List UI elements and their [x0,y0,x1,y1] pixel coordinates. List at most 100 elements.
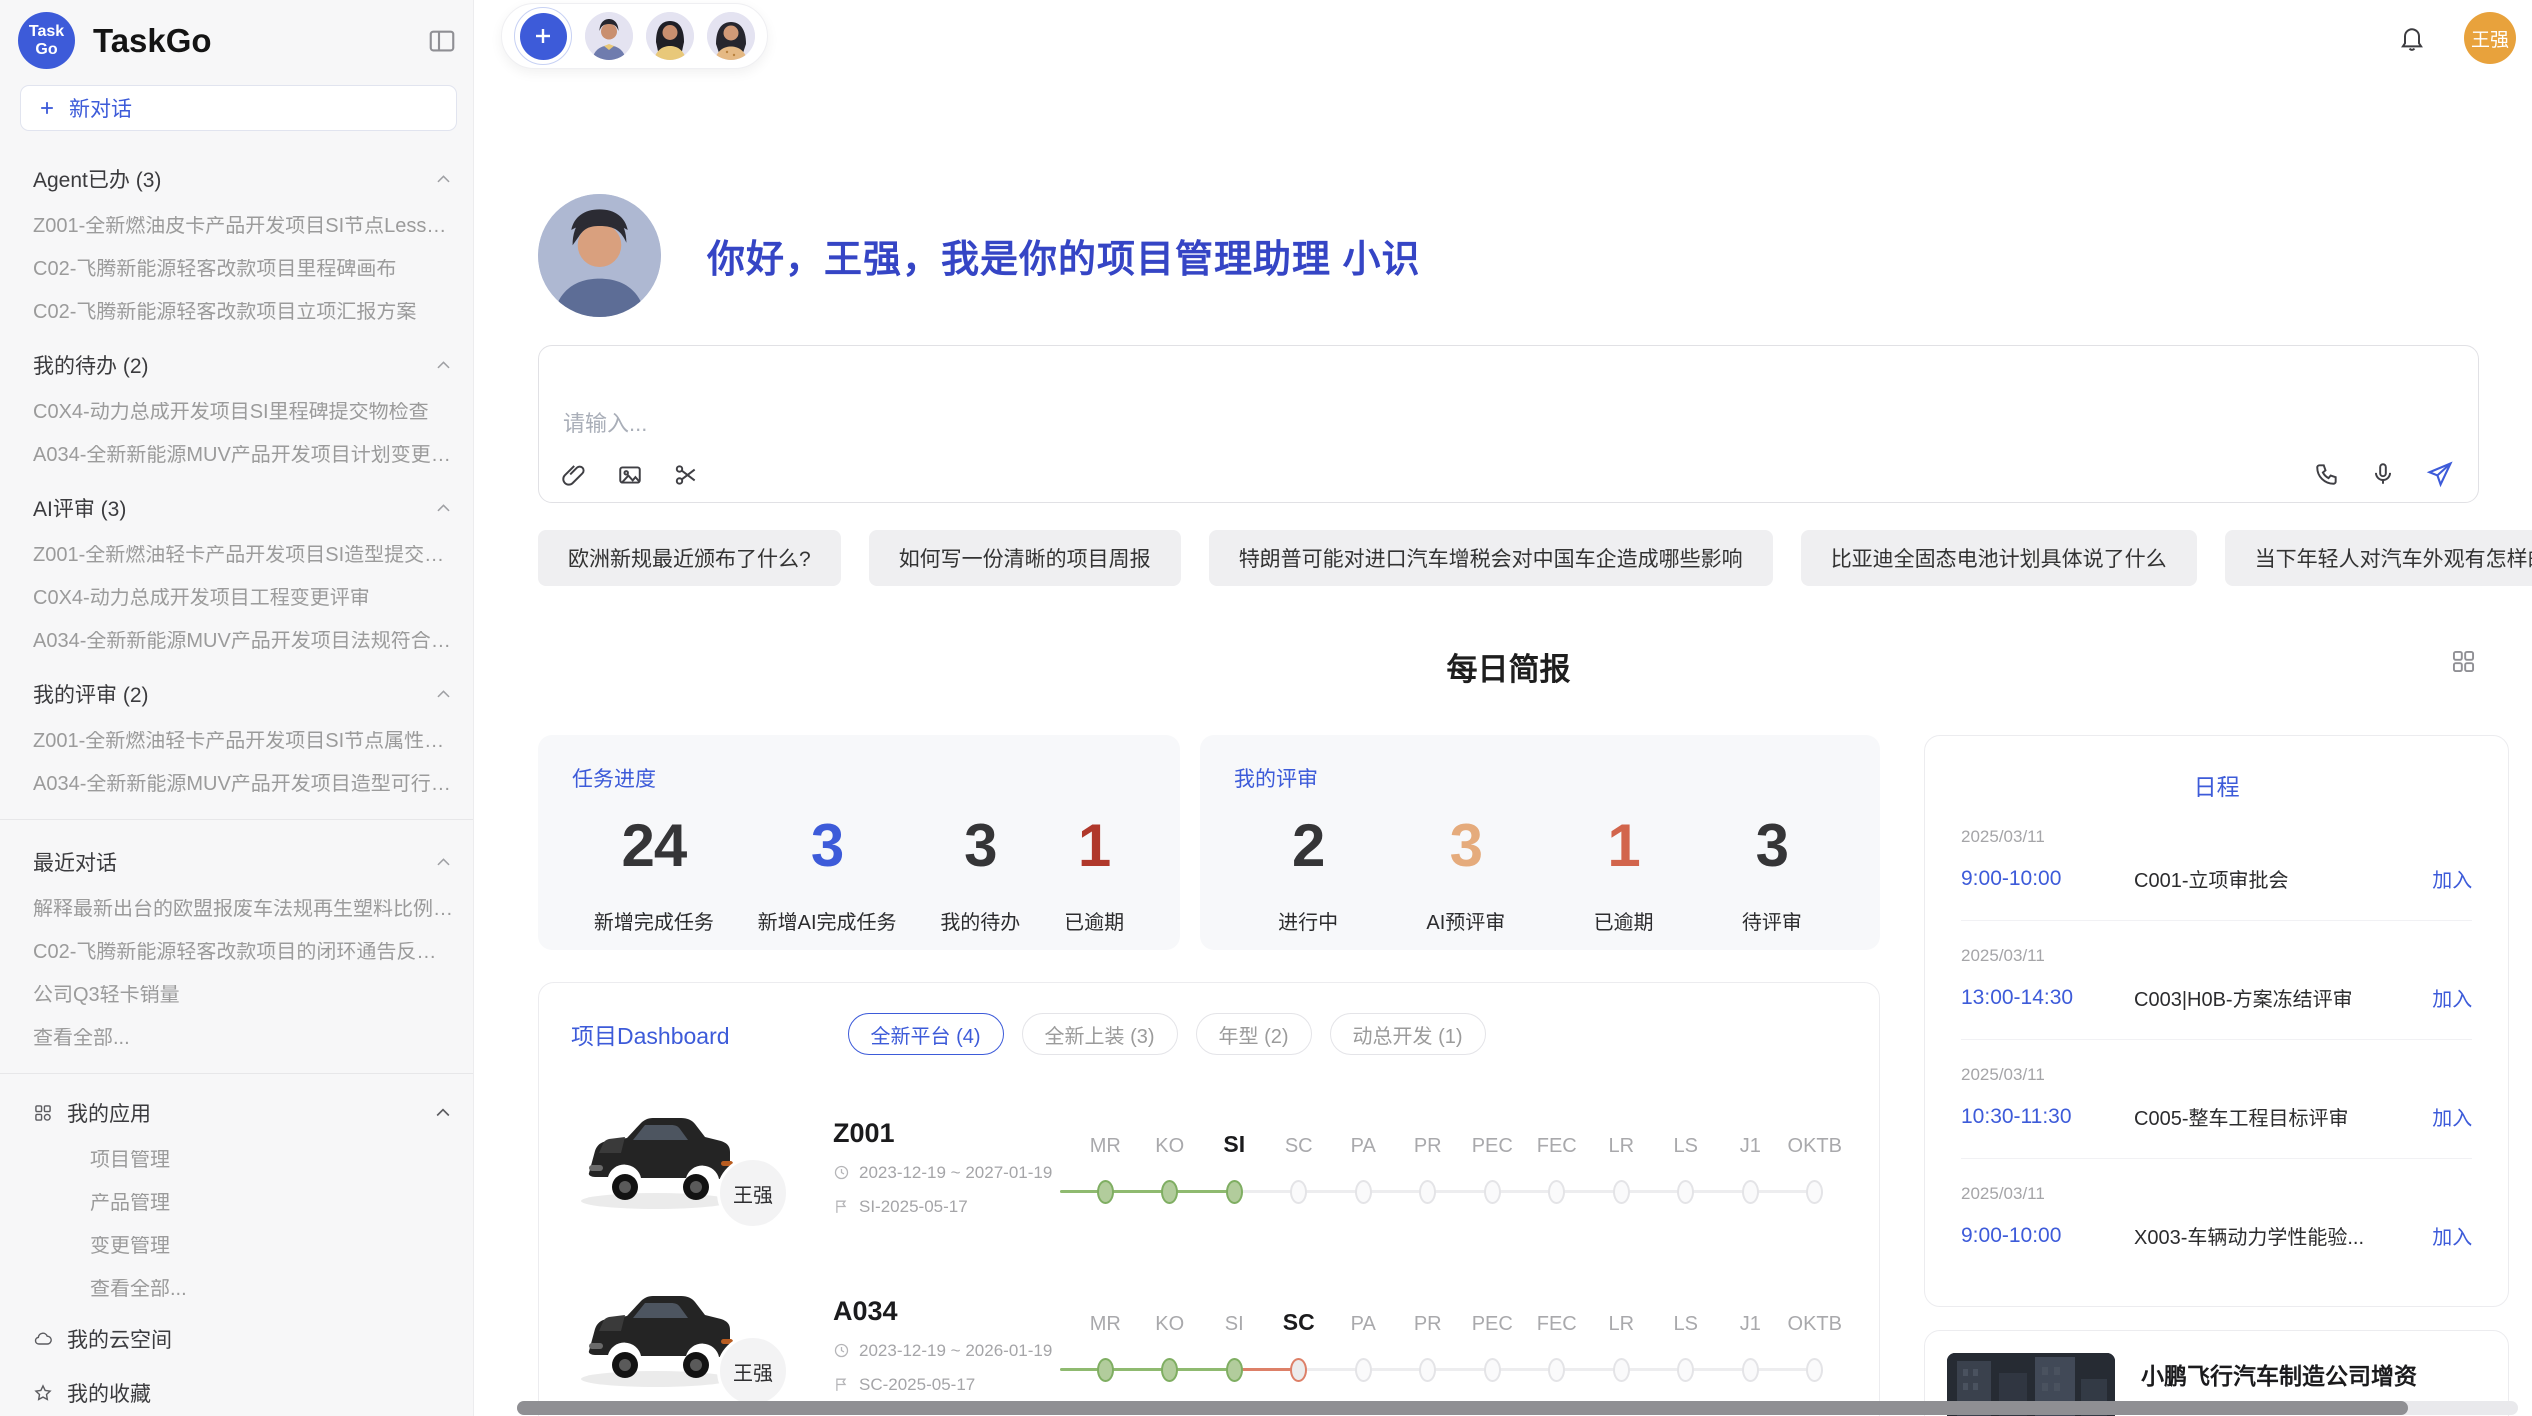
notification-bell-icon[interactable] [2398,24,2426,52]
sidebar-task-item[interactable]: A034-全新新能源MUV产品开发项目造型可行性评审 [33,774,453,795]
suggestion-chip[interactable]: 比亚迪全固态电池计划具体说了什么 [1801,530,2197,586]
milestone-dot-column [1331,1356,1396,1384]
flag-icon [833,1198,850,1215]
schedule-card: 日程 2025/03/119:00-10:00C001-立项审批会加入2025/… [1924,735,2509,1307]
sidebar-link-我的云空间[interactable]: 我的云空间 [33,1324,453,1354]
milestone-dot [1806,1358,1823,1382]
app-menu-item[interactable]: 查看全部... [33,1279,453,1300]
dashboard-tab[interactable]: 全新平台 (4) [848,1013,1004,1055]
sidebar-task-item[interactable]: C0X4-动力总成开发项目工程变更评审 [33,588,453,609]
sidebar-collapse-icon[interactable] [427,26,457,56]
suggestion-chip[interactable]: 特朗普可能对进口汽车增税会对中国车企造成哪些影响 [1209,530,1773,586]
message-input[interactable] [539,346,2478,502]
horizontal-scrollbar [517,1401,2518,1415]
sidebar-task-item[interactable]: Z001-全新燃油皮卡产品开发项目SI节点Lesson Learn报告 [33,216,453,237]
milestone-dot [1484,1358,1501,1382]
view-all-schedule-link[interactable]: 查看所有日程 [1961,1301,2472,1307]
session-avatar-2[interactable] [646,12,694,60]
project-row[interactable]: 王强A0342023-12-19 ~ 2026-01-19SC-2025-05-… [571,1279,1847,1411]
attachment-icon[interactable] [561,462,587,488]
sidebar-task-item[interactable]: C0X4-动力总成开发项目SI里程碑提交物检查 [33,402,453,423]
sidebar-task-item[interactable]: Z001-全新燃油轻卡产品开发项目SI造型提交物评审 [33,545,453,566]
dashboard-tab[interactable]: 年型 (2) [1196,1013,1312,1055]
milestone-label: OKTB [1783,1313,1848,1336]
milestone-dot-column [1073,1356,1138,1384]
stat-item: 24新增完成任务 [594,811,714,935]
milestone-label: LS [1654,1313,1719,1336]
sidebar-group-header[interactable]: 我的评审 (2) [33,679,453,709]
scissors-icon[interactable] [673,462,699,488]
main-area: 王强 你好，王强，我是你的项目管理助理 小识 [474,0,2532,1416]
my-apps-header[interactable]: 我的应用 [33,1098,453,1128]
user-avatar-badge[interactable]: 王强 [2464,12,2516,64]
milestone-label: PR [1396,1135,1461,1158]
dashboard-tab[interactable]: 动总开发 (1) [1330,1013,1486,1055]
sidebar-group-header[interactable]: AI评审 (3) [33,493,453,523]
recent-chats-title: 最近对话 [33,847,117,877]
stat-label: 进行中 [1278,906,1338,935]
stat-value: 3 [1426,811,1505,880]
recent-chats-header[interactable]: 最近对话 [33,847,453,877]
sidebar-task-item[interactable]: A034-全新新能源MUV产品开发项目法规符合性评审 [33,631,453,652]
stats-cards: 任务进度24新增完成任务3新增AI完成任务3我的待办1已逾期我的评审2进行中3A… [538,735,1880,950]
sidebar-task-item[interactable]: A034-全新新能源MUV产品开发项目计划变更表编写 [33,445,453,466]
sidebar-task-item[interactable]: C02-飞腾新能源轻客改款项目立项汇报方案 [33,302,453,323]
app-menu-item[interactable]: 变更管理 [33,1236,453,1257]
suggestion-chip[interactable]: 欧洲新规最近颁布了什么? [538,530,841,586]
schedule-event-title: C005-整车工程目标评审 [2134,1102,2418,1131]
schedule-row: 9:00-10:00X003-车辆动力学性能验...加入 [1961,1221,2472,1250]
sidebar-group-header[interactable]: 我的待办 (2) [33,350,453,380]
milestone-dot [1355,1180,1372,1204]
new-chat-label: 新对话 [69,93,132,123]
join-meeting-link[interactable]: 加入 [2418,1102,2472,1131]
schedule-date: 2025/03/11 [1961,1065,2472,1085]
milestone-label: PA [1331,1313,1396,1336]
chevron-up-icon [433,1103,453,1123]
project-owner-badge: 王强 [717,1335,789,1407]
recent-chat-item[interactable]: C02-飞腾新能源轻客改款项目的闭环通告反馈情况 [33,942,453,963]
milestone-dot [1677,1358,1694,1382]
recent-chat-item[interactable]: 解释最新出台的欧盟报废车法规再生塑料比例被调至15%... [33,899,453,920]
session-avatar-3[interactable] [707,12,755,60]
stat-value: 3 [940,811,1020,880]
milestone-label: OKTB [1783,1135,1848,1158]
sidebar-task-item[interactable]: Z001-全新燃油轻卡产品开发项目SI节点属性5D文件评审 [33,731,453,752]
stat-label: 新增完成任务 [594,906,714,935]
sidebar-group-header[interactable]: Agent已办 (3) [33,164,453,194]
project-dates: 2023-12-19 ~ 2026-01-19 [833,1341,1073,1361]
app-menu-item[interactable]: 产品管理 [33,1193,453,1214]
milestone-label: SI [1202,1313,1267,1336]
milestone-dot [1613,1358,1630,1382]
suggestion-chip[interactable]: 当下年轻人对汽车外观有怎样的喜好趋势 [2225,530,2532,586]
voice-call-icon[interactable] [2314,461,2340,487]
new-session-button[interactable] [520,13,567,60]
milestone-track [1073,1356,1847,1384]
recent-chat-item[interactable]: 查看全部... [33,1028,453,1049]
milestone-dot-column [1718,1178,1783,1206]
stat-item: 1已逾期 [1064,811,1124,935]
daily-briefing-title: 每日简报 [1447,652,1571,687]
suggestion-chip[interactable]: 如何写一份清晰的项目周报 [869,530,1181,586]
join-meeting-link[interactable]: 加入 [2418,1221,2472,1250]
stat-value: 2 [1278,811,1338,880]
recent-chat-item[interactable]: 公司Q3轻卡销量 [33,985,453,1006]
milestone-labels: MRKOSISCPAPRPECFECLRLSJ1OKTB [1073,1309,1847,1336]
horizontal-scrollbar-thumb[interactable] [517,1401,2408,1415]
send-icon[interactable] [2426,460,2454,488]
app-menu-item[interactable]: 项目管理 [33,1150,453,1171]
stat-value: 3 [758,811,897,880]
dashboard-tab[interactable]: 全新上装 (3) [1022,1013,1178,1055]
image-upload-icon[interactable] [617,462,643,488]
join-meeting-link[interactable]: 加入 [2418,864,2472,893]
project-row[interactable]: 王强Z0012023-12-19 ~ 2027-01-19SI-2025-05-… [571,1101,1847,1233]
join-meeting-link[interactable]: 加入 [2418,983,2472,1012]
microphone-icon[interactable] [2370,461,2396,487]
sidebar-link-我的收藏[interactable]: 我的收藏 [33,1378,453,1408]
new-chat-button[interactable]: 新对话 [20,85,457,131]
suggestion-chips: 欧洲新规最近颁布了什么? 如何写一份清晰的项目周报特朗普可能对进口汽车增税会对中国… [538,530,2479,586]
session-avatar-1[interactable] [585,12,633,60]
milestone-track [1073,1178,1847,1206]
layout-grid-icon[interactable] [2450,648,2477,675]
milestone-dot-column [1654,1178,1719,1206]
sidebar-task-item[interactable]: C02-飞腾新能源轻客改款项目里程碑画布 [33,259,453,280]
